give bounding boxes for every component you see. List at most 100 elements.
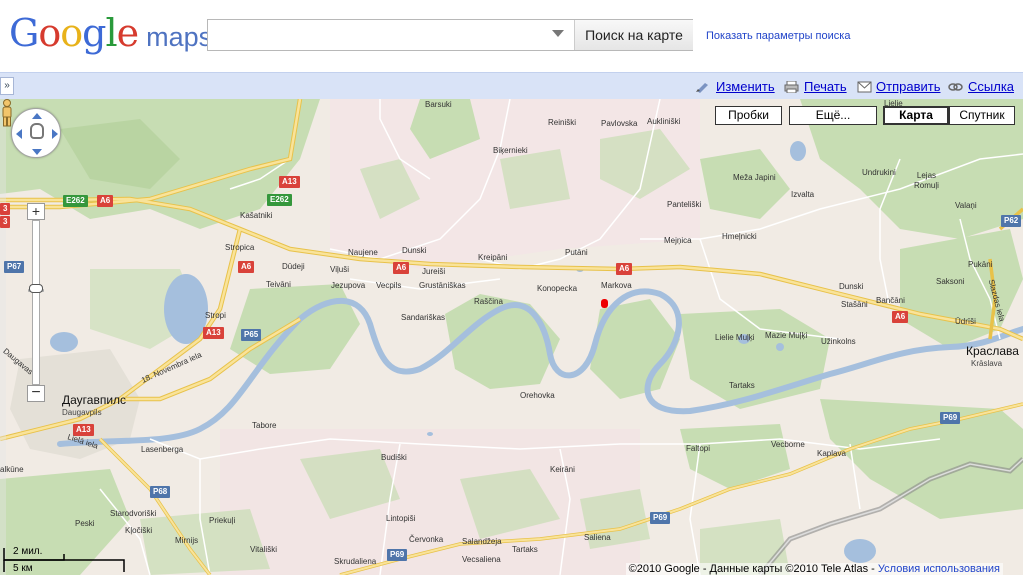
place-label: Jezupova [331,281,366,290]
place-label: Pavlovska [601,119,638,128]
pan-control[interactable] [11,108,61,158]
place-label: Užinkolns [821,337,856,346]
road-shield-p68: P68 [150,486,171,498]
edit-icon [696,83,708,93]
place-label: Faltopi [686,444,711,453]
place-label: Barsuki [425,100,452,109]
place-label: Meža Japini [733,173,776,182]
satellite-view-button[interactable]: Спутник [949,106,1015,125]
place-label: Stašāni [841,300,868,309]
road-shield-p69: P69 [650,512,671,524]
edit-link[interactable]: Изменить [716,79,775,94]
place-label: Dunski [839,282,864,291]
copyright-notice: ©2010 Google - Данные карты ©2010 Tele A… [625,563,1003,575]
place-label: Skrudaliena [334,557,377,566]
road-shield-p69: P69 [387,549,408,561]
place-label: Kaplava [817,449,846,458]
place-label: Stropica [225,243,255,252]
place-label: Kašatniki [240,211,273,220]
place-label: Mazie Muļķi [765,331,808,340]
header: Google maps Поиск на карте Показать парам… [0,0,1023,72]
place-label: Orehovka [520,391,555,400]
zoom-out-button[interactable]: − [27,385,45,402]
road-shield-p67: P67 [4,261,25,273]
logo-google: Google [9,11,139,55]
place-label-kraslava-sub: Krāslava [971,359,1003,368]
scale-km-label: 5 км [13,563,33,574]
map-view-button[interactable]: Карта [883,106,949,125]
place-label: Mejņica [664,236,692,245]
place-label: Lasenberga [141,445,184,454]
place-label: Putāni [565,248,588,257]
place-label: Jureiši [422,267,446,276]
collapse-panel-button[interactable]: » [0,77,14,95]
place-label: Lintopiši [386,514,416,523]
place-label: Hmeļnicki [722,232,757,241]
road-shield-3: 3 [0,203,11,215]
print-link[interactable]: Печать [804,79,847,94]
scale-miles-label: 2 мил. [13,546,43,557]
place-label: Vecborne [771,440,805,449]
place-label: Aukliniški [647,117,681,126]
location-marker[interactable] [601,299,608,308]
zoom-slider-track[interactable] [32,220,40,385]
zoom-in-button[interactable]: + [27,203,45,220]
road-shield-p65: P65 [241,329,262,341]
place-label: Bančāni [876,296,905,305]
place-label: Vecsaliena [462,555,501,564]
place-label: Tabore [252,421,277,430]
map-toolbar: » Изменить Печать Отправить Ссылка [0,72,1023,99]
pegman-icon[interactable] [0,99,14,127]
zoom-slider-handle[interactable] [29,284,43,293]
search-input[interactable] [208,20,574,50]
email-icon [857,81,872,93]
road-shield-p69: P69 [940,412,961,424]
place-label: Panteliški [667,200,702,209]
road-shield-a13: A13 [279,176,300,188]
place-label: Lejas Romuļi [914,171,939,190]
terms-of-use-link[interactable]: Условия использования [878,563,1000,575]
show-search-options-link[interactable]: Показать параметры поиска [706,30,850,42]
place-label: alkūne [0,465,24,474]
search-dropdown-arrow-icon[interactable] [552,30,564,37]
map-canvas[interactable]: A13 E262 A6 E262 3 3 A6 A6 A6 A6 P67 A13… [0,99,1023,575]
logo-maps: maps [146,22,213,52]
road-shield-a13: A13 [203,327,224,339]
place-label-kraslava: Краслава [966,344,1019,358]
traffic-button[interactable]: Пробки [715,106,782,125]
link-link[interactable]: Ссылка [968,79,1014,94]
place-label: Saksoni [936,277,965,286]
place-label: Vecpils [376,281,402,290]
place-label: Teivāni [266,280,291,289]
place-label: Raščina [474,297,503,306]
place-label: Reiniški [548,118,577,127]
place-label: Vitališki [250,545,277,554]
google-maps-logo[interactable]: Google maps [9,14,212,52]
road-shield-3: 3 [0,216,11,228]
place-label: Valaņi [955,201,977,210]
google-maps-window: Google maps Поиск на карте Показать парам… [0,0,1023,575]
place-label: Undrukini [862,168,896,177]
place-label: Izvalta [791,190,815,199]
send-link[interactable]: Отправить [876,79,940,94]
road-shield-a6: A6 [892,311,909,323]
road-shield-e262: E262 [63,195,88,207]
place-label: Stropi [205,311,226,320]
place-label: Markova [601,281,632,290]
link-icon [948,83,963,91]
place-label-daugavpils: Даугавпилс [62,393,127,407]
place-label: Starodvoriški [110,509,157,518]
place-label: Pukāni [968,260,993,269]
place-label: Peski [75,519,95,528]
more-layers-button[interactable]: Ещё... [789,106,877,125]
place-label: Saliena [584,533,611,542]
place-label: Lielie Muļķi [715,333,755,342]
place-label-daugavpils-sub: Daugavpils [62,408,102,417]
search-map-button[interactable]: Поиск на карте [574,20,693,50]
place-label: Ūdrīši [955,317,976,326]
place-label: Konopecka [537,284,578,293]
hand-icon [30,123,44,139]
place-label: Biķernieki [493,146,528,155]
road-shield-a6: A6 [97,195,114,207]
place-label: Dunski [402,246,427,255]
